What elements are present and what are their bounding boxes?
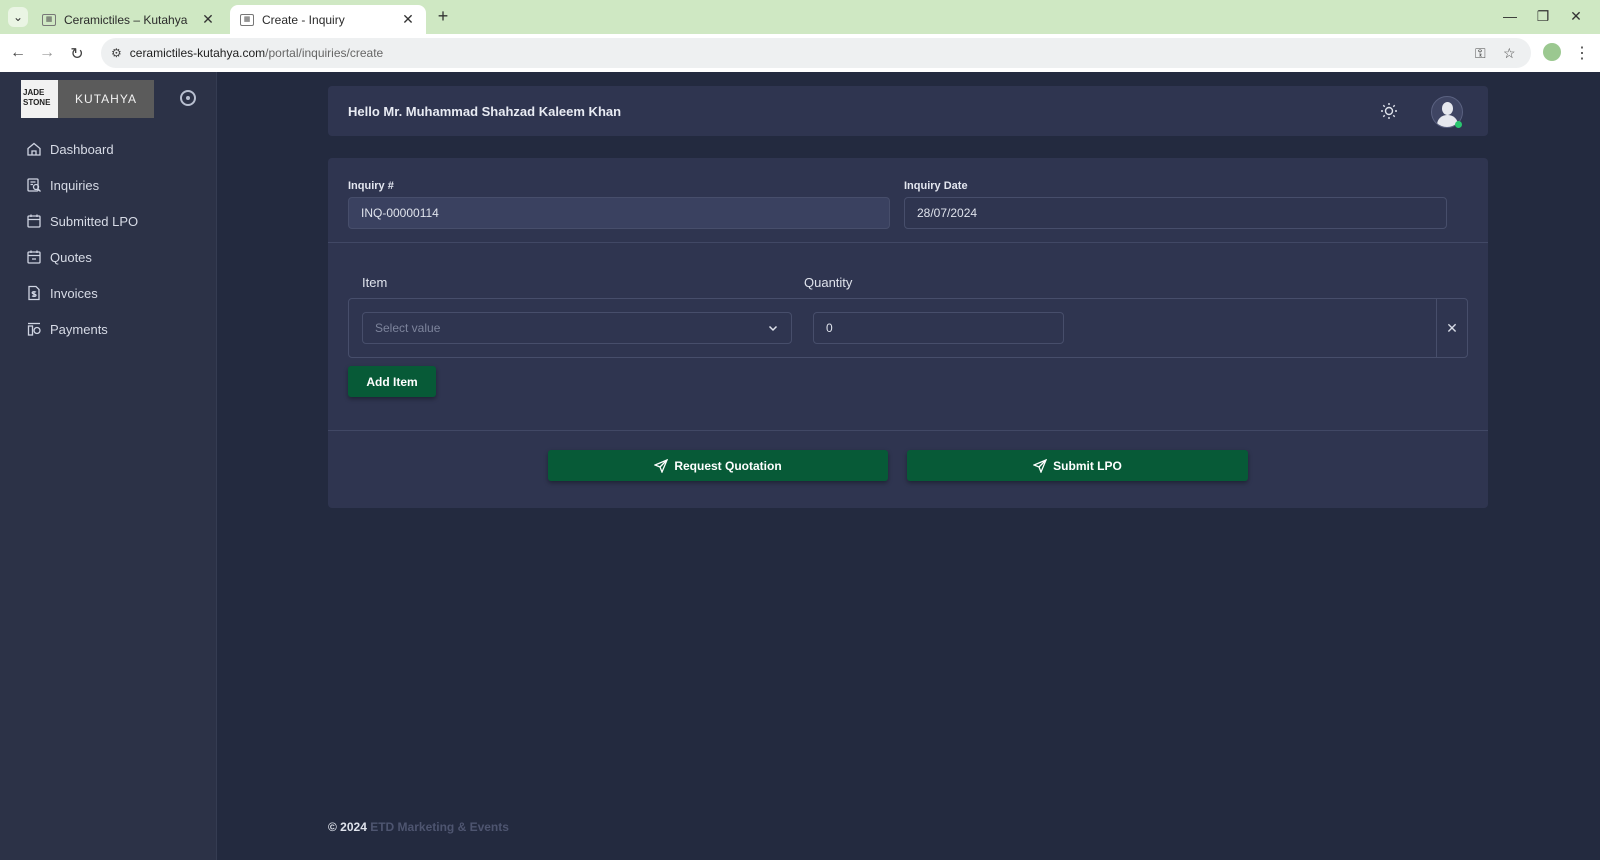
form-divider xyxy=(328,430,1488,431)
tab-search-button[interactable]: ⌄ xyxy=(8,7,28,27)
form-divider xyxy=(328,242,1488,243)
sidebar-nav: Dashboard Inquiries Submitted LPO Quotes… xyxy=(0,131,216,347)
page-favicon-icon: ▦ xyxy=(240,13,254,26)
sidebar-item-label: Quotes xyxy=(50,249,92,265)
add-item-button[interactable]: Add Item xyxy=(348,366,436,397)
inquiry-form-card: Inquiry # INQ-00000114 Inquiry Date 28/0… xyxy=(328,158,1488,508)
url-host: ceramictiles-kutahya.com xyxy=(129,46,266,60)
sun-theme-icon[interactable] xyxy=(1380,102,1398,120)
sidebar-item-label: Inquiries xyxy=(50,177,100,193)
submit-lpo-button[interactable]: Submit LPO xyxy=(907,450,1248,481)
send-icon xyxy=(654,458,669,473)
sidebar-item-label: Invoices xyxy=(50,285,98,301)
sidebar-item-invoices[interactable]: Invoices xyxy=(0,275,216,311)
tab-title: Create - Inquiry xyxy=(262,12,345,27)
sidebar-item-label: Submitted LPO xyxy=(50,213,139,229)
top-header: Hello Mr. Muhammad Shahzad Kaleem Khan xyxy=(328,86,1488,136)
sidebar-item-label: Dashboard xyxy=(50,141,114,157)
copyright-text: © 2024 xyxy=(328,820,367,834)
invoice-icon xyxy=(28,285,40,301)
inquiry-icon xyxy=(27,178,41,192)
home-icon xyxy=(27,142,41,156)
minimize-window-button[interactable]: — xyxy=(1500,8,1520,24)
request-quotation-button[interactable]: Request Quotation xyxy=(548,450,888,481)
browser-tab-bar: ⌄ ▦ Ceramictiles – Kutahya ✕ ▦ Create - … xyxy=(0,0,1600,34)
quantity-column-label: Quantity xyxy=(804,275,853,290)
bookmark-star-icon[interactable]: ☆ xyxy=(1503,45,1516,62)
close-window-button[interactable]: ✕ xyxy=(1566,8,1586,25)
page-favicon-icon: ▦ xyxy=(42,13,56,26)
inquiry-number-field: INQ-00000114 xyxy=(348,197,890,229)
tab-title: Ceramictiles – Kutahya xyxy=(64,12,188,27)
password-key-icon[interactable]: ⚿ xyxy=(1475,45,1486,62)
forward-arrow-icon[interactable]: → xyxy=(37,44,57,62)
chevron-down-icon xyxy=(768,325,778,332)
kutahya-logo: KUTAHYA xyxy=(58,80,154,118)
jade-stone-logo: JADE STONE xyxy=(21,80,58,118)
sidebar-item-label: Payments xyxy=(50,321,108,337)
browser-menu-icon[interactable]: ⋮ xyxy=(1574,43,1590,63)
main-content: Hello Mr. Muhammad Shahzad Kaleem Khan I… xyxy=(217,72,1600,860)
item-row: Select value 0 ✕ xyxy=(348,298,1468,358)
quantity-input[interactable]: 0 xyxy=(813,312,1064,344)
close-tab-icon[interactable]: ✕ xyxy=(400,11,416,28)
remove-item-button[interactable]: ✕ xyxy=(1436,299,1467,357)
calendar-icon xyxy=(27,214,41,228)
address-bar[interactable]: ⚙ ceramictiles-kutahya.com/portal/inquir… xyxy=(101,38,1531,68)
sidebar-item-submitted-lpo[interactable]: Submitted LPO xyxy=(0,203,216,239)
submit-lpo-label: Submit LPO xyxy=(1053,458,1122,473)
inquiry-number-label: Inquiry # xyxy=(348,180,394,192)
browser-toolbar: ← → ↻ ⚙ ceramictiles-kutahya.com/portal/… xyxy=(0,34,1600,72)
site-info-icon[interactable]: ⚙ xyxy=(111,46,122,60)
close-tab-icon[interactable]: ✕ xyxy=(200,11,216,28)
avatar-head-icon xyxy=(1442,102,1453,115)
page-footer: © 2024 ETD Marketing & Events xyxy=(328,820,509,834)
inquiry-date-field[interactable]: 28/07/2024 xyxy=(904,197,1447,229)
sidebar-item-inquiries[interactable]: Inquiries xyxy=(0,167,216,203)
sidebar-item-payments[interactable]: Payments xyxy=(0,311,216,347)
company-logo[interactable]: JADE STONE KUTAHYA xyxy=(21,80,154,118)
calendar-icon xyxy=(27,250,41,264)
sidebar-toggle-icon[interactable] xyxy=(180,90,196,106)
browser-profile-icon[interactable] xyxy=(1543,43,1561,61)
new-tab-button[interactable]: + xyxy=(433,6,453,27)
close-icon: ✕ xyxy=(1446,319,1458,336)
item-column-label: Item xyxy=(362,275,388,290)
browser-tab-ceramictiles[interactable]: ▦ Ceramictiles – Kutahya ✕ xyxy=(32,5,226,34)
sidebar: JADE STONE KUTAHYA Dashboard Inquiries S… xyxy=(0,72,217,860)
browser-tab-create-inquiry[interactable]: ▦ Create - Inquiry ✕ xyxy=(230,5,426,34)
send-icon xyxy=(1033,458,1048,473)
reload-icon[interactable]: ↻ xyxy=(67,44,87,64)
url-path: /portal/inquiries/create xyxy=(265,46,384,60)
restore-window-button[interactable]: ❐ xyxy=(1533,8,1553,25)
footer-company-link[interactable]: ETD Marketing & Events xyxy=(370,820,509,834)
request-quotation-label: Request Quotation xyxy=(674,458,782,473)
item-select-placeholder: Select value xyxy=(375,321,441,335)
payments-icon xyxy=(27,322,41,336)
back-arrow-icon[interactable]: ← xyxy=(8,44,28,62)
greeting-text: Hello Mr. Muhammad Shahzad Kaleem Khan xyxy=(348,104,622,119)
sidebar-item-quotes[interactable]: Quotes xyxy=(0,239,216,275)
sidebar-item-dashboard[interactable]: Dashboard xyxy=(0,131,216,167)
item-select[interactable]: Select value xyxy=(362,312,792,344)
inquiry-date-label: Inquiry Date xyxy=(904,180,968,192)
online-status-icon xyxy=(1455,121,1462,128)
